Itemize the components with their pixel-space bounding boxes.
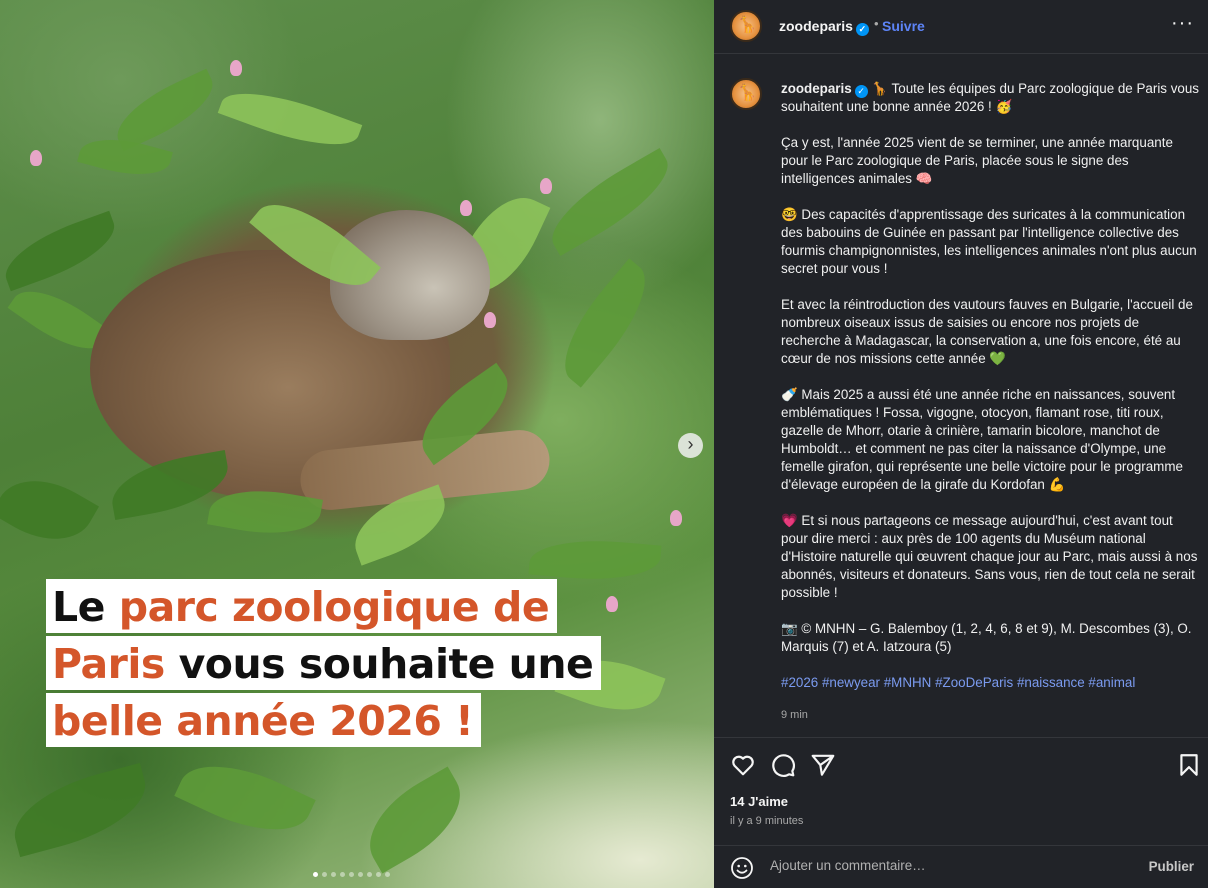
post-media-image: Le parc zoologique de Paris vous souhait…: [0, 0, 714, 888]
post-actions: 14 J'aime il y a 9 minutes: [714, 738, 1208, 846]
caption-line-1: Le parc zoologique de: [46, 579, 558, 633]
share-icon[interactable]: [810, 752, 836, 778]
chevron-right-icon: ›: [687, 434, 694, 454]
leaf: [0, 461, 99, 559]
carousel-dot: [340, 872, 345, 877]
caption-username[interactable]: zoodeparis: [781, 81, 852, 96]
carousel-next-button[interactable]: ›: [678, 433, 703, 458]
leaf: [106, 68, 224, 152]
leaf: [4, 762, 156, 858]
flower: [606, 596, 618, 612]
caption-paragraph: 🍼 Mais 2025 a aussi été une année riche …: [781, 387, 1183, 492]
verified-badge-icon: ✓: [854, 85, 868, 98]
publish-button[interactable]: Publier: [1149, 859, 1194, 874]
carousel-indicator: [313, 872, 390, 877]
follow-button[interactable]: Suivre: [882, 18, 925, 34]
avatar[interactable]: [730, 10, 762, 42]
caption-paragraph: zoodeparis ✓ 🦒 Toute les équipes du Parc …: [781, 80, 1201, 116]
emoji-icon[interactable]: [730, 856, 754, 880]
caption-line-2: Paris vous souhaite une: [46, 636, 602, 690]
like-count[interactable]: 14 J'aime: [730, 794, 788, 809]
header-username[interactable]: zoodeparis ✓: [779, 18, 869, 36]
caption-paragraph: 📷 © MNHN – G. Balemboy (1, 2, 4, 6, 8 et…: [781, 621, 1192, 654]
image-caption: Le parc zoologique de Paris vous souhait…: [46, 579, 602, 750]
leaf: [528, 534, 662, 586]
caption-text-highlight: belle année 2026 !: [52, 697, 474, 745]
more-options-icon[interactable]: ···: [1171, 12, 1194, 35]
post-header: zoodeparis✓ • Suivre ···: [714, 0, 1208, 54]
caption-paragraph: Ça y est, l'année 2025 vient de se termi…: [781, 135, 1173, 186]
leaf: [352, 766, 478, 874]
carousel-dot: [349, 872, 354, 877]
comment-bar: Publier: [714, 846, 1208, 888]
caption-line-3: belle année 2026 !: [46, 693, 482, 747]
username-text[interactable]: zoodeparis: [779, 18, 853, 34]
carousel-dot: [376, 872, 381, 877]
carousel-dot: [358, 872, 363, 877]
verified-badge-icon: ✓: [855, 23, 869, 36]
separator-dot: •: [874, 16, 879, 31]
caption-text: Le: [52, 583, 119, 631]
flower: [540, 178, 552, 194]
carousel-dot: [385, 872, 390, 877]
caption-paragraph: 🤓 Des capacités d'apprentissage des suri…: [781, 207, 1197, 276]
leaf: [0, 210, 124, 292]
flower: [230, 60, 242, 76]
flower: [460, 200, 472, 216]
flower: [670, 510, 682, 526]
carousel-dot: [331, 872, 336, 877]
carousel-dot: [313, 872, 318, 877]
post-caption: zoodeparis ✓ 🦒 Toute les équipes du Parc …: [781, 80, 1201, 724]
hashtags[interactable]: #2026 #newyear #MNHN #ZooDeParis #naissa…: [781, 674, 1201, 692]
carousel-dot: [322, 872, 327, 877]
comment-icon[interactable]: [770, 752, 796, 778]
caption-text: vous souhaite une: [164, 640, 594, 688]
leaf: [545, 258, 665, 388]
post-caption-area: zoodeparis✓ 🦒 Toute les équipes du Parc …: [714, 54, 1208, 738]
carousel-dot: [367, 872, 372, 877]
heart-icon[interactable]: [730, 752, 756, 778]
comment-input[interactable]: [770, 858, 1130, 873]
flower: [30, 150, 42, 166]
leaf: [217, 77, 363, 161]
caption-text-highlight: Paris: [52, 640, 165, 688]
caption-paragraph: 💗 Et si nous partageons ce message aujou…: [781, 513, 1198, 600]
bookmark-icon[interactable]: [1176, 752, 1202, 778]
caption-timestamp: 9 min: [781, 709, 808, 721]
flower: [484, 312, 496, 328]
post-timestamp: il y a 9 minutes: [730, 815, 804, 827]
avatar[interactable]: [730, 78, 762, 110]
caption-paragraph: Et avec la réintroduction des vautours f…: [781, 297, 1193, 366]
caption-text-highlight: parc zoologique de: [118, 583, 550, 631]
leaf: [538, 147, 682, 257]
post-detail-panel: zoodeparis✓ • Suivre ··· zoodeparis✓ 🦒 T…: [714, 0, 1208, 888]
leaf: [174, 745, 316, 851]
